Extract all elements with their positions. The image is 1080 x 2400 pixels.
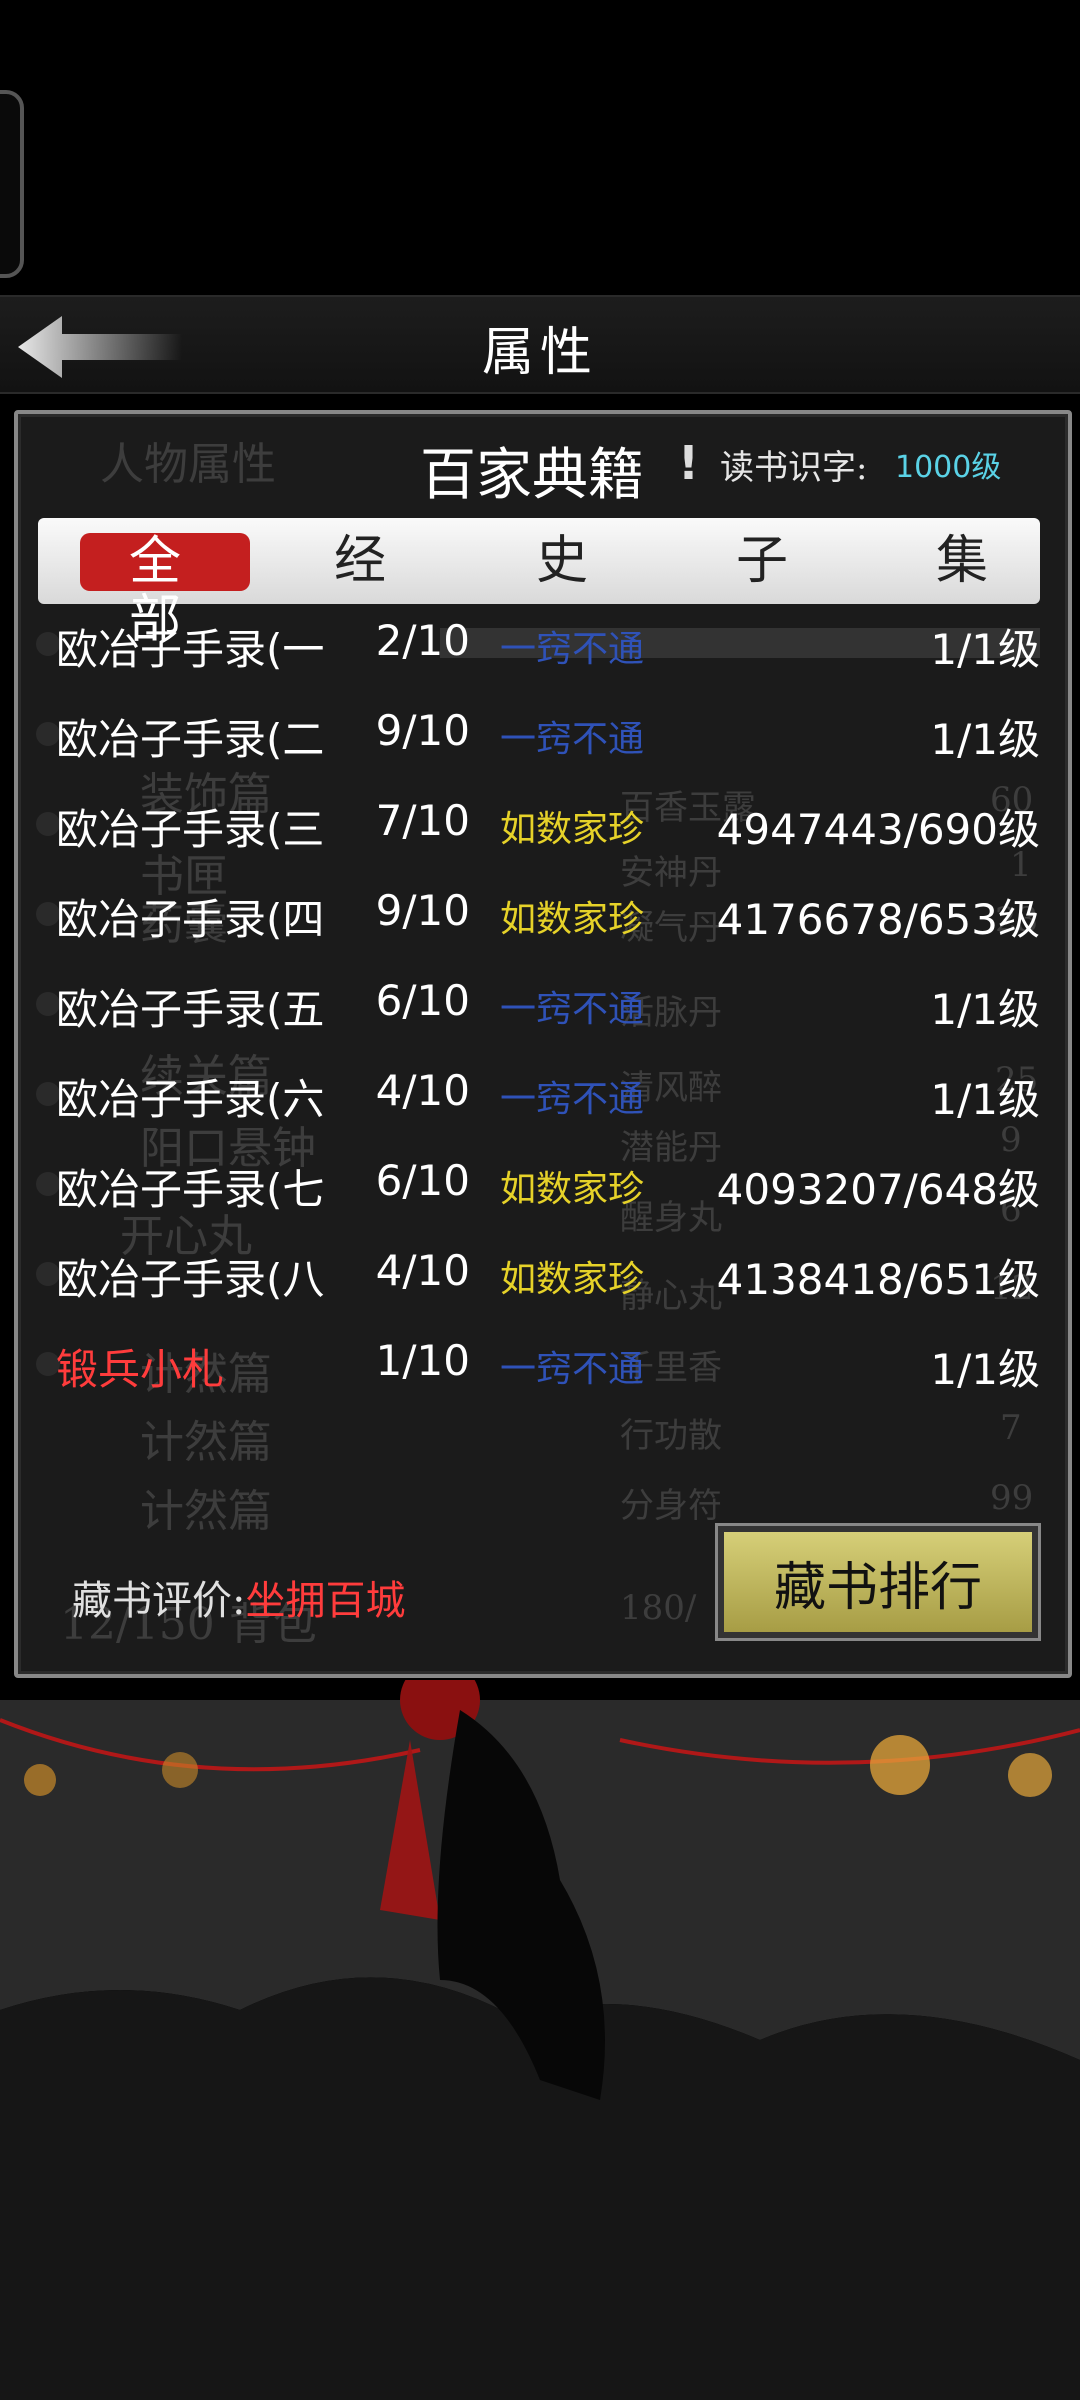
book-row[interactable]: 锻兵小札 1/10 一窍不通 1/1级 [30,1324,1040,1404]
reading-skill-level: 1000级 [895,450,1002,485]
book-progress: 6/10 [375,976,470,1025]
book-row[interactable]: 欧冶子手录(二 9/10 一窍不通 1/1级 [30,694,1040,774]
background-label: 计然篇 [140,1417,272,1468]
evaluation-value: 坐拥百城 [245,1578,406,1624]
book-level: 4947443/690级 [716,805,1040,854]
background-label: 7 [1000,1408,1022,1448]
evaluation-label: 藏书评价: [72,1578,246,1624]
book-progress: 9/10 [375,886,470,935]
book-mastery: 如数家珍 [500,899,645,940]
collection-ranking-button[interactable]: 藏书排行 [715,1523,1041,1641]
book-mastery: 如数家珍 [500,1259,645,1300]
book-progress: 9/10 [375,706,470,755]
book-mastery: 一窍不通 [500,629,645,670]
background-label: 分身符 [620,1486,722,1526]
book-name: 锻兵小札 [56,1345,225,1394]
book-mastery: 如数家珍 [500,1169,645,1210]
book-progress: 2/10 [375,616,470,665]
book-level: 1/1级 [930,1075,1040,1124]
tab-all[interactable]: 全部 [80,533,250,649]
panel-title: 百家典籍 [420,443,644,508]
book-level: 1/1级 [930,1345,1040,1394]
book-progress: 4/10 [375,1246,470,1295]
book-row[interactable]: 欧冶子手录(一 2/10 一窍不通 1/1级 [30,604,1040,684]
book-row[interactable]: 欧冶子手录(八 4/10 如数家珍 4138418/651级 [30,1234,1040,1314]
book-level: 1/1级 [930,985,1040,1034]
book-level: 4176678/653级 [716,895,1040,944]
book-level: 4138418/651级 [716,1255,1040,1304]
book-row[interactable]: 欧冶子手录(四 9/10 如数家珍 4176678/653级 [30,874,1040,954]
info-icon[interactable]: ! [678,436,699,490]
background-label: 180/ [620,1588,697,1628]
book-level: 1/1级 [930,625,1040,674]
book-progress: 1/10 [375,1336,470,1385]
book-row[interactable]: 欧冶子手录(三 7/10 如数家珍 4947443/690级 [30,784,1040,864]
book-progress: 4/10 [375,1066,470,1115]
book-level: 4093207/648级 [716,1165,1040,1214]
background-label: 99 [990,1478,1034,1518]
book-mastery: 一窍不通 [500,989,645,1030]
collection-evaluation: 藏书评价:坐拥百城 [72,1568,405,1626]
book-row[interactable]: 欧冶子手录(五 6/10 一窍不通 1/1级 [30,964,1040,1044]
book-level: 1/1级 [930,715,1040,764]
background-label: 人物属性 [100,439,276,490]
tab-zi[interactable]: 子 [722,520,802,602]
book-progress: 6/10 [375,1156,470,1205]
reading-skill-label: 读书识字: [720,448,868,488]
device-frame-edge [0,90,24,278]
book-mastery: 如数家珍 [500,809,645,850]
book-mastery: 一窍不通 [500,1079,645,1120]
page-title: 属性 [481,323,598,383]
book-mastery: 一窍不通 [500,1349,645,1390]
book-mastery: 一窍不通 [500,719,645,760]
tab-shi[interactable]: 史 [522,520,602,602]
tab-ji[interactable]: 集 [922,520,1002,602]
background-label: 行功散 [620,1416,722,1456]
book-progress: 7/10 [375,796,470,845]
book-row[interactable]: 欧冶子手录(六 4/10 一窍不通 1/1级 [30,1054,1040,1134]
book-row[interactable]: 欧冶子手录(七 6/10 如数家珍 4093207/648级 [30,1144,1040,1224]
tab-jing[interactable]: 经 [320,520,400,602]
background-scene [0,1680,1080,2400]
background-label: 计然篇 [140,1486,272,1537]
